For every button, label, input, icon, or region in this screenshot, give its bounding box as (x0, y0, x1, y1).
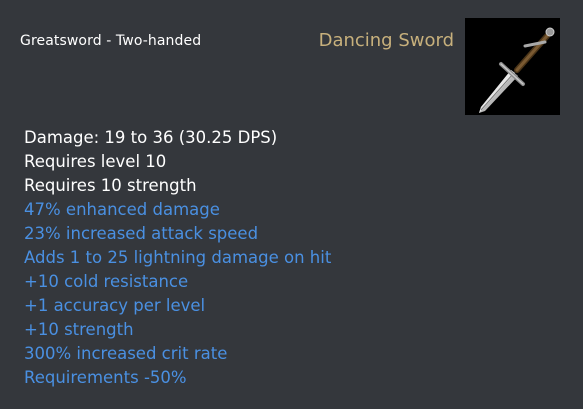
stat-strength-bonus: +10 strength (24, 320, 134, 339)
item-tooltip: Greatsword - Two-handed Dancing Sword Da… (0, 0, 583, 409)
greatsword-icon-graphic (479, 27, 555, 113)
stat-required-level: Requires level 10 (24, 152, 167, 171)
greatsword-icon (465, 18, 560, 115)
stat-crit-rate: 300% increased crit rate (24, 344, 228, 363)
stat-lightning-damage: Adds 1 to 25 lightning damage on hit (24, 248, 332, 267)
stat-requirements-reduction: Requirements -50% (24, 368, 187, 387)
stat-damage: Damage: 19 to 36 (30.25 DPS) (24, 128, 278, 147)
stat-cold-resistance: +10 cold resistance (24, 272, 189, 291)
stat-accuracy-per-level: +1 accuracy per level (24, 296, 206, 315)
stat-enhanced-damage: 47% enhanced damage (24, 200, 220, 219)
item-stats-list: Damage: 19 to 36 (30.25 DPS) Requires le… (24, 126, 331, 390)
stat-attack-speed: 23% increased attack speed (24, 224, 259, 243)
item-type-label: Greatsword - Two-handed (20, 33, 202, 49)
item-name-label: Dancing Sword (318, 30, 454, 51)
stat-required-strength: Requires 10 strength (24, 176, 197, 195)
